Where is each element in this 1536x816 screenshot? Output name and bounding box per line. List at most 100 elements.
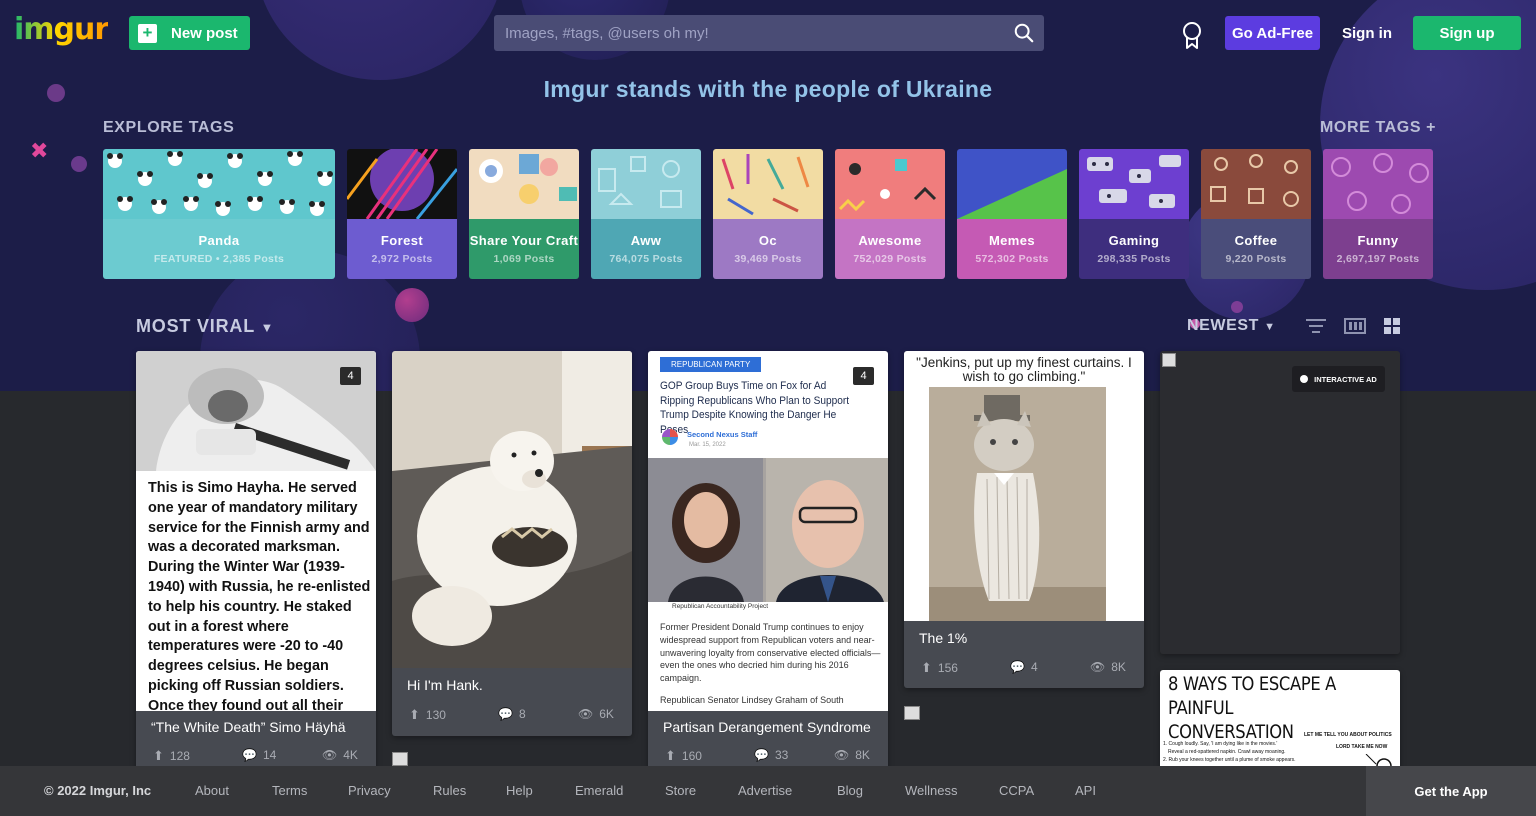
- tag-count: 298,335 Posts: [1097, 253, 1171, 265]
- tag-name: Funny: [1357, 233, 1399, 248]
- comic-speech: LET ME TELL YOU ABOUT POLITICS: [1304, 732, 1392, 738]
- comment-count: 14: [262, 748, 277, 762]
- footer-link-blog[interactable]: Blog: [837, 783, 863, 798]
- footer-link-ccpa[interactable]: CCPA: [999, 783, 1034, 798]
- footer-link-store[interactable]: Store: [665, 783, 696, 798]
- go-ad-free-button[interactable]: Go Ad-Free: [1225, 16, 1320, 50]
- upvote-arrow-icon[interactable]: ⬆: [409, 707, 420, 723]
- chevron-down-icon: ▼: [1264, 321, 1276, 333]
- upvote-arrow-icon[interactable]: ⬆: [665, 748, 676, 764]
- sign-in-button[interactable]: Sign in: [1335, 16, 1399, 50]
- post-card-hank[interactable]: Hi I'm Hank. ⬆ 130 💬 8 👁 6K: [392, 351, 632, 736]
- footer-link-rules[interactable]: Rules: [433, 783, 466, 798]
- tag-tile-panda[interactable]: Panda FEATURED • 2,385 Posts: [103, 149, 335, 279]
- comment-count: 8: [518, 707, 526, 721]
- post-card-white-death[interactable]: This is Simo Hayha. He served one year o…: [136, 351, 376, 776]
- upvote-arrow-icon[interactable]: ⬆: [153, 748, 164, 764]
- tag-count: 572,302 Posts: [975, 253, 1049, 265]
- post-card-painful-conversation[interactable]: 8 WAYS TO ESCAPE A PAINFUL CONVERSATION …: [1160, 670, 1400, 780]
- award-ribbon-icon[interactable]: [1180, 20, 1204, 50]
- imgur-logo[interactable]: imgur: [14, 12, 109, 47]
- post-card-partisan-derangement[interactable]: REPUBLICAN PARTY GOP Group Buys Time on …: [648, 351, 888, 776]
- upvote-count: 128: [169, 749, 190, 763]
- eye-views-icon: 👁: [834, 748, 850, 762]
- footer: © 2022 Imgur, Inc About Terms Privacy Ru…: [0, 766, 1536, 816]
- post-stats: ⬆ 130 💬 8 👁 6K: [392, 707, 632, 727]
- ad-label-badge: INTERACTIVE AD: [1292, 366, 1385, 392]
- waterfall-view-icon[interactable]: [1344, 317, 1366, 335]
- post-image: [929, 387, 1106, 621]
- new-post-label: New post: [171, 24, 238, 42]
- tag-tile-funny[interactable]: Funny 2,697,197 Posts: [1323, 149, 1433, 279]
- article-author: Second Nexus Staff: [687, 430, 758, 439]
- post-card-the-1-percent[interactable]: "Jenkins, put up my finest curtains. I w…: [904, 351, 1144, 688]
- get-the-app-button[interactable]: Get the App: [1366, 766, 1536, 816]
- footer-link-emerald[interactable]: Emerald: [575, 783, 623, 798]
- eye-views-icon: 👁: [1090, 660, 1106, 674]
- filter-lines-icon[interactable]: [1305, 317, 1327, 335]
- post-stats: ⬆ 160 💬 33 👁 8K: [648, 748, 888, 768]
- tag-count: 39,469 Posts: [734, 253, 802, 265]
- footer-link-terms[interactable]: Terms: [272, 783, 307, 798]
- footer-link-api[interactable]: API: [1075, 783, 1096, 798]
- comment-bubble-icon: 💬: [754, 748, 769, 762]
- footer-link-advertise[interactable]: Advertise: [738, 783, 792, 798]
- article-author-logo-icon: [662, 429, 678, 445]
- tag-count: 2,972 Posts: [371, 253, 433, 265]
- tag-tile-awesome[interactable]: Awesome 752,029 Posts: [835, 149, 945, 279]
- section-label: MOST VIRAL: [136, 316, 255, 336]
- tag-name: Coffee: [1234, 233, 1278, 248]
- comic-line-2: Reveal a red-spattered napkin. Crawl awa…: [1168, 749, 1286, 755]
- more-tags-link[interactable]: MORE TAGS +: [1320, 119, 1436, 137]
- sort-newest-dropdown[interactable]: NEWEST ▼: [1187, 317, 1276, 335]
- post-title: “The White Death” Simo Häyhä: [151, 719, 346, 735]
- search-icon[interactable]: [1013, 22, 1035, 44]
- most-viral-dropdown[interactable]: MOST VIRAL ▼: [136, 316, 274, 337]
- tag-count: 752,029 Posts: [853, 253, 927, 265]
- tag-tile-gaming[interactable]: Gaming 298,335 Posts: [1079, 149, 1189, 279]
- new-post-button[interactable]: + New post: [129, 16, 250, 50]
- tag-count: 764,075 Posts: [609, 253, 683, 265]
- tag-tile-share-your-craft[interactable]: Share Your Craft 1,069 Posts: [469, 149, 579, 279]
- tag-tile-forest[interactable]: Forest 2,972 Posts: [347, 149, 457, 279]
- tag-name: Panda: [198, 233, 240, 248]
- upvote-count: 130: [425, 708, 446, 722]
- tag-name: Memes: [988, 233, 1036, 248]
- article-body: Former President Donald Trump continues …: [660, 622, 881, 684]
- comment-count: 4: [1030, 660, 1038, 674]
- tag-count: 2,697,197 Posts: [1336, 253, 1420, 265]
- sort-label: NEWEST: [1187, 317, 1260, 334]
- footer-link-about[interactable]: About: [195, 783, 229, 798]
- post-stats: ⬆ 128 💬 14 👁 4K: [136, 748, 376, 768]
- tag-name: Forest: [380, 233, 424, 248]
- comment-bubble-icon: 💬: [1010, 660, 1025, 674]
- grid-view-icon[interactable]: [1382, 317, 1404, 335]
- footer-link-wellness[interactable]: Wellness: [905, 783, 958, 798]
- footer-link-help[interactable]: Help: [506, 783, 533, 798]
- upvote-arrow-icon[interactable]: ⬆: [921, 660, 932, 676]
- post-title: Partisan Derangement Syndrome: [663, 719, 871, 735]
- search-input[interactable]: [494, 15, 994, 51]
- post-title: The 1%: [919, 630, 968, 646]
- tag-tile-coffee[interactable]: Coffee 9,220 Posts: [1201, 149, 1311, 279]
- view-count: 6K: [599, 707, 614, 721]
- image-count-badge: 4: [340, 367, 361, 385]
- ukraine-banner[interactable]: Imgur stands with the people of Ukraine: [0, 76, 1536, 103]
- article-date: Mar. 15, 2022: [689, 442, 726, 448]
- tag-tile-memes[interactable]: Memes 572,302 Posts: [957, 149, 1067, 279]
- upvote-count: 160: [681, 749, 702, 763]
- interactive-ad-card[interactable]: INTERACTIVE AD: [1160, 351, 1400, 654]
- decorative-x-icon: ✖: [30, 138, 49, 163]
- tag-name: Gaming: [1108, 233, 1160, 248]
- broken-image-icon: [1162, 353, 1176, 367]
- tag-tile-aww[interactable]: Aww 764,075 Posts: [591, 149, 701, 279]
- tag-count: FEATURED • 2,385 Posts: [153, 253, 285, 265]
- sign-up-button[interactable]: Sign up: [1413, 16, 1521, 50]
- footer-link-privacy[interactable]: Privacy: [348, 783, 391, 798]
- search-bar: [494, 15, 1044, 51]
- comment-count: 33: [774, 748, 789, 762]
- chevron-down-icon: ▼: [260, 320, 275, 335]
- comic-line-1: 1. Cough loudly. Say, 'I am dying like i…: [1163, 741, 1278, 747]
- tag-tile-oc[interactable]: Oc 39,469 Posts: [713, 149, 823, 279]
- ad-label: INTERACTIVE AD: [1314, 374, 1377, 384]
